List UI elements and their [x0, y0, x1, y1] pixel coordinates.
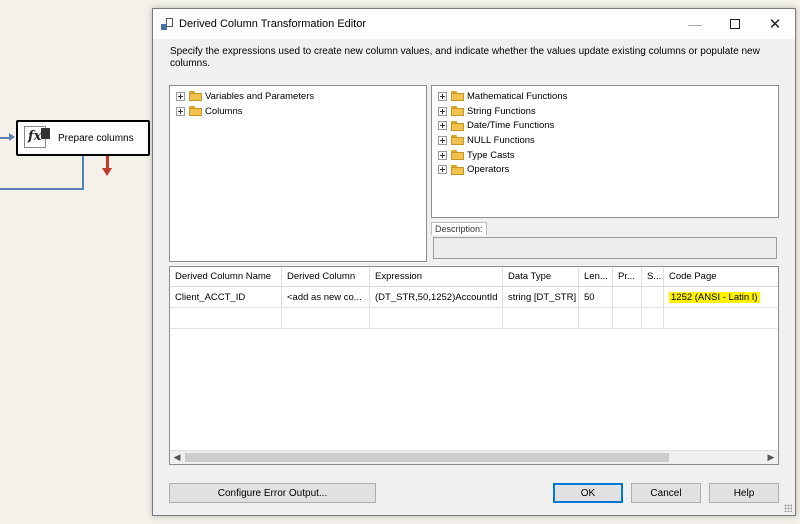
description-box [433, 237, 777, 259]
folder-icon [451, 106, 464, 117]
column-header[interactable]: Expression [370, 267, 503, 286]
maximize-icon [730, 19, 740, 29]
empty-cell[interactable] [282, 308, 370, 328]
scale-cell[interactable] [642, 287, 664, 307]
empty-cell[interactable] [642, 308, 664, 328]
derived-column-fx-icon: fx [24, 126, 50, 150]
tree-item-string-functions[interactable]: String Functions [438, 104, 778, 119]
close-button[interactable]: ✕ [755, 9, 795, 39]
grid-header: Derived Column Name Derived Column Expre… [170, 267, 778, 287]
tree-item-variables[interactable]: Variables and Parameters [176, 89, 426, 104]
horizontal-scrollbar[interactable]: ◀ ▶ [170, 450, 778, 464]
tree-item-columns[interactable]: Columns [176, 104, 426, 119]
tree-item-label: NULL Functions [467, 134, 535, 146]
derived-column-task[interactable]: fx Prepare columns [16, 120, 150, 156]
dialog-title: Derived Column Transformation Editor [179, 18, 367, 30]
functions-tree[interactable]: Mathematical Functions String Functions … [431, 85, 779, 218]
folder-icon [189, 106, 202, 117]
empty-cell[interactable] [370, 308, 503, 328]
tree-item-label: Variables and Parameters [205, 90, 315, 102]
minimize-button[interactable]: — [675, 9, 715, 39]
connector-arrowhead [9, 133, 15, 141]
length-cell[interactable]: 50 [579, 287, 613, 307]
folder-icon [451, 164, 464, 175]
derived-column-name-cell[interactable]: Client_ACCT_ID [170, 287, 282, 307]
scroll-thumb[interactable] [185, 453, 669, 462]
column-header[interactable]: Code Page [664, 267, 778, 286]
scroll-right-icon[interactable]: ▶ [764, 451, 778, 464]
connector-line [82, 156, 84, 189]
tree-item-label: Operators [467, 164, 510, 176]
expand-plus-icon[interactable] [438, 106, 447, 116]
column-header[interactable]: Derived Column [282, 267, 370, 286]
ok-button[interactable]: OK [553, 483, 623, 503]
variables-columns-tree[interactable]: Variables and Parameters Columns [169, 85, 427, 262]
table-row-empty[interactable] [170, 308, 778, 329]
expand-plus-icon[interactable] [438, 165, 447, 175]
column-header[interactable]: Data Type [503, 267, 579, 286]
folder-icon [451, 135, 464, 146]
maximize-button[interactable] [715, 9, 755, 39]
folder-icon [451, 120, 464, 131]
tree-item-type-casts[interactable]: Type Casts [438, 148, 778, 163]
expand-plus-icon[interactable] [438, 135, 447, 145]
tree-item-label: Type Casts [467, 149, 515, 161]
expression-cell[interactable]: (DT_STR,50,1252)AccountId [370, 287, 503, 307]
empty-cell[interactable] [579, 308, 613, 328]
configure-error-output-button[interactable]: Configure Error Output... [169, 483, 376, 503]
error-output-arrowhead [102, 168, 112, 176]
column-header[interactable]: Len... [579, 267, 613, 286]
title-bar[interactable]: Derived Column Transformation Editor — ✕ [153, 9, 795, 39]
code-page-highlight: 1252 (ANSI - Latin I) [669, 291, 760, 303]
task-label: Prepare columns [58, 132, 134, 144]
dialog-app-icon [161, 18, 173, 30]
precision-cell[interactable] [613, 287, 642, 307]
folder-icon [451, 150, 464, 161]
cancel-button[interactable]: Cancel [631, 483, 701, 503]
folder-icon [451, 91, 464, 102]
tree-item-label: Date/Time Functions [467, 120, 555, 132]
empty-cell[interactable] [664, 308, 778, 328]
expand-plus-icon[interactable] [176, 91, 185, 101]
empty-cell[interactable] [170, 308, 282, 328]
tree-item-null-functions[interactable]: NULL Functions [438, 133, 778, 148]
tree-item-datetime-functions[interactable]: Date/Time Functions [438, 118, 778, 133]
tree-item-label: String Functions [467, 105, 536, 117]
expand-plus-icon[interactable] [438, 121, 447, 131]
folder-icon [189, 91, 202, 102]
empty-cell[interactable] [613, 308, 642, 328]
empty-cell[interactable] [503, 308, 579, 328]
expand-plus-icon[interactable] [438, 91, 447, 101]
tree-item-label: Columns [205, 105, 243, 117]
expand-plus-icon[interactable] [176, 106, 185, 116]
table-row[interactable]: Client_ACCT_ID <add as new co... (DT_STR… [170, 287, 778, 308]
tree-item-operators[interactable]: Operators [438, 162, 778, 177]
derived-column-editor-dialog: Derived Column Transformation Editor — ✕… [152, 8, 796, 516]
connector-line [0, 188, 84, 190]
column-header[interactable]: Pr... [613, 267, 642, 286]
instructions-text: Specify the expressions used to create n… [170, 46, 760, 69]
description-label: Description: [431, 222, 487, 235]
column-header[interactable]: S... [642, 267, 664, 286]
resize-grip-icon[interactable] [784, 504, 792, 512]
column-header[interactable]: Derived Column Name [170, 267, 282, 286]
help-button[interactable]: Help [709, 483, 779, 503]
derived-column-cell[interactable]: <add as new co... [282, 287, 370, 307]
code-page-cell[interactable]: 1252 (ANSI - Latin I) [664, 287, 778, 307]
tree-item-label: Mathematical Functions [467, 90, 568, 102]
tree-item-mathematical-functions[interactable]: Mathematical Functions [438, 89, 778, 104]
expand-plus-icon[interactable] [438, 150, 447, 160]
data-type-cell[interactable]: string [DT_STR] [503, 287, 579, 307]
scroll-left-icon[interactable]: ◀ [170, 451, 184, 464]
derived-columns-grid[interactable]: Derived Column Name Derived Column Expre… [169, 266, 779, 465]
